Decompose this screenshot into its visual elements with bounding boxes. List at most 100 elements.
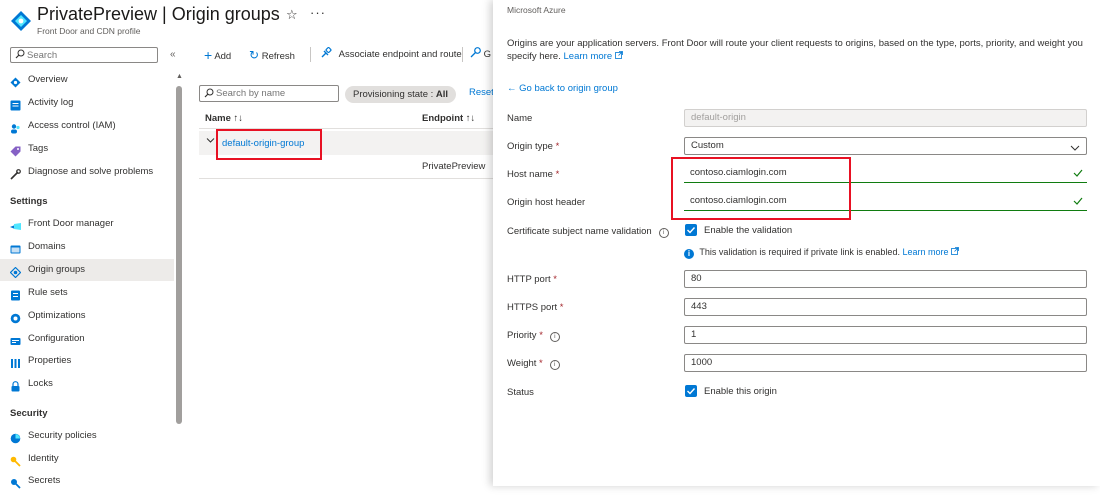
add-button[interactable]: + Add (204, 46, 231, 64)
collapse-sidebar-icon[interactable]: « (170, 49, 176, 60)
external-link-icon (614, 51, 623, 59)
chevron-down-icon[interactable] (206, 136, 215, 145)
configuration-icon (10, 334, 21, 345)
weight-input[interactable]: 1000 (684, 354, 1087, 372)
checkmark-icon (1073, 196, 1083, 212)
sidebar-item-label: Security policies (28, 430, 97, 441)
sidebar-item-label: Access control (IAM) (28, 120, 116, 131)
sidebar-item-activity-log[interactable]: Activity log (0, 92, 174, 114)
arrow-left-icon: ← (507, 83, 517, 94)
blade-description: Origins are your application servers. Fr… (507, 38, 1083, 62)
sidebar-item-diagnose[interactable]: Diagnose and solve problems (0, 161, 174, 183)
more-options-icon[interactable]: ··· (310, 5, 326, 20)
column-header-endpoint[interactable]: Endpoint ↑↓ (422, 113, 475, 124)
sidebar-item-label: Identity (28, 453, 59, 464)
sidebar-item-rule-sets[interactable]: Rule sets (0, 282, 174, 304)
favorite-star-icon[interactable]: ☆ (286, 7, 298, 23)
sidebar-item-label: Front Door manager (28, 218, 114, 229)
sidebar-item-access-control[interactable]: Access control (IAM) (0, 115, 174, 137)
scroll-up-arrow-icon[interactable]: ▲ (176, 73, 183, 80)
properties-icon (10, 356, 21, 368)
go-back-link[interactable]: ← Go back to origin group (507, 83, 618, 94)
learn-more-link[interactable]: Learn more (564, 51, 623, 62)
cloud-icon (10, 75, 21, 88)
add-icon: + (204, 47, 213, 63)
refresh-button[interactable]: ↻ Refresh (249, 46, 295, 64)
key-icon (10, 454, 21, 467)
refresh-icon: ↻ (249, 48, 260, 62)
priority-input[interactable]: 1 (684, 326, 1087, 344)
tag-icon (10, 144, 21, 157)
sidebar-item-label: Optimizations (28, 310, 86, 321)
sidebar-item-label: Properties (28, 355, 72, 366)
origin-groups-icon (9, 265, 22, 279)
sidebar-item-security-policies[interactable]: Security policies (0, 425, 174, 447)
sidebar-item-label: Origin groups (28, 264, 86, 275)
https-port-input[interactable]: 443 (684, 298, 1087, 316)
sidebar-item-label: Domains (28, 241, 66, 252)
sidebar-item-front-door-manager[interactable]: Front Door manager (0, 213, 174, 235)
endpoint-cell: PrivatePreview (422, 161, 486, 172)
log-icon (10, 98, 21, 111)
domains-icon (10, 242, 21, 254)
enable-validation-label: Enable the validation (704, 225, 793, 236)
priority-label: Priority * i (507, 330, 560, 342)
learn-more-link[interactable]: Learn more (902, 247, 959, 257)
sidebar-scrollbar-thumb[interactable] (176, 86, 182, 424)
host-name-label: Host name * (507, 169, 560, 180)
sidebar-item-tags[interactable]: Tags (0, 138, 174, 160)
sidebar-item-identity[interactable]: Identity (0, 448, 174, 470)
add-origin-blade: Microsoft Azure Origins are your applica… (493, 0, 1100, 486)
search-by-name-input[interactable] (216, 88, 334, 99)
sidebar-search-box[interactable] (10, 47, 158, 63)
people-icon (10, 121, 21, 134)
toolbar-truncated-button[interactable]: G (470, 46, 491, 64)
row-divider (199, 178, 493, 179)
sidebar-item-overview[interactable]: Overview (0, 69, 174, 91)
associate-endpoint-button[interactable]: Associate endpoint and route (320, 46, 462, 64)
toolbar-divider (310, 47, 311, 62)
sidebar-item-label: Tags (28, 143, 49, 154)
sidebar-item-secrets[interactable]: Secrets (0, 470, 174, 492)
sidebar-item-properties[interactable]: Properties (0, 350, 174, 372)
endpoint-icon (470, 47, 484, 60)
name-label: Name (507, 113, 533, 124)
enable-validation-checkbox[interactable] (685, 224, 697, 236)
enable-origin-checkbox[interactable] (685, 385, 697, 397)
external-link-icon (951, 247, 959, 255)
chevron-down-icon (1070, 142, 1080, 158)
sidebar-item-label: Activity log (28, 97, 74, 108)
reset-filters-link[interactable]: Reset (469, 87, 494, 98)
provisioning-state-filter[interactable]: Provisioning state : All (345, 86, 457, 103)
column-header-name[interactable]: Name ↑↓ (205, 113, 243, 124)
sidebar-section-settings: Settings (10, 196, 48, 207)
grid-search-box[interactable] (199, 85, 339, 102)
wrench-icon (10, 167, 21, 180)
http-port-input[interactable]: 80 (684, 270, 1087, 288)
sidebar-item-configuration[interactable]: Configuration (0, 328, 174, 350)
sidebar-item-domains[interactable]: Domains (0, 236, 174, 258)
info-tooltip-icon[interactable]: i (549, 332, 560, 342)
link-icon (320, 46, 335, 60)
origin-type-label: Origin type * (507, 141, 560, 152)
checkmark-icon (1073, 168, 1083, 184)
toolbar-divider (462, 47, 463, 62)
origin-type-dropdown[interactable]: Custom (684, 137, 1087, 155)
cert-validation-label: Certificate subject name validation i (507, 226, 669, 238)
sidebar-item-optimizations[interactable]: Optimizations (0, 305, 174, 327)
rule-sets-icon (10, 288, 21, 301)
page-subtitle: Front Door and CDN profile (37, 26, 141, 36)
search-icon (204, 88, 214, 101)
highlight-box-host-fields (671, 157, 851, 220)
shield-icon (10, 431, 21, 444)
sidebar-item-origin-groups[interactable]: Origin groups (0, 259, 174, 281)
info-tooltip-icon[interactable]: i (658, 228, 669, 238)
optimizations-icon (10, 311, 21, 324)
secrets-icon (10, 476, 21, 489)
private-link-info: i This validation is required if private… (684, 247, 959, 259)
sidebar-item-locks[interactable]: Locks (0, 373, 174, 395)
enable-origin-label: Enable this origin (704, 386, 777, 397)
sidebar-search-input[interactable] (27, 49, 152, 61)
info-tooltip-icon[interactable]: i (549, 360, 560, 370)
page-title: PrivatePreview | Origin groups (37, 4, 280, 24)
